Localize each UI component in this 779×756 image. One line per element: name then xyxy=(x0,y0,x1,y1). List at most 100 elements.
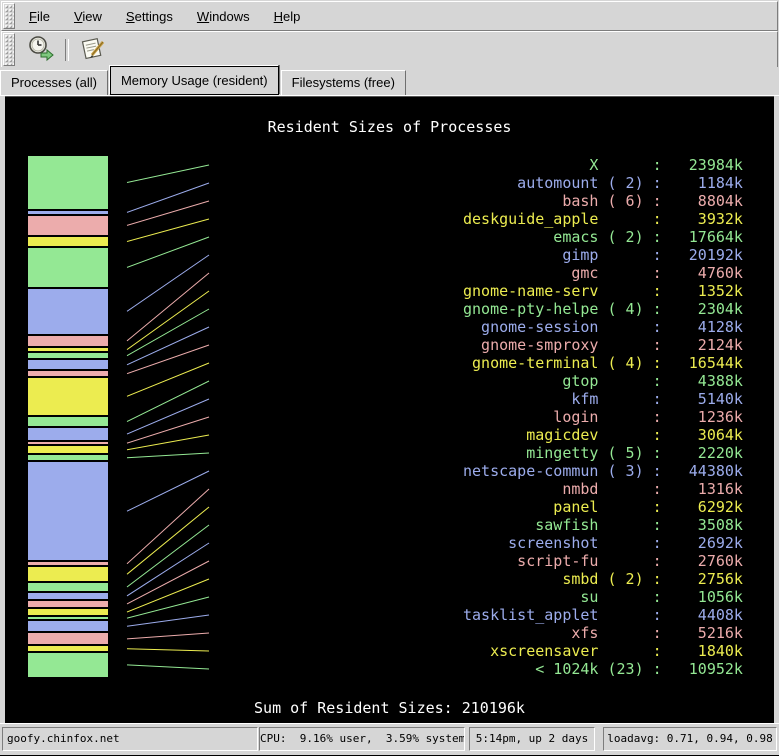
tab-processes[interactable]: Processes (all) xyxy=(0,70,108,95)
status-hostname: goofy.chinfox.net xyxy=(2,727,258,751)
process-row: < 1024k (23) : 10952k xyxy=(463,660,743,678)
bar-segment-script-fu xyxy=(28,601,108,607)
connector-line xyxy=(127,489,209,564)
menu-help[interactable]: Help xyxy=(262,4,313,29)
bar-segment-X xyxy=(28,156,108,209)
statusbar: goofy.chinfox.net CPU: 9.16% user, 3.59%… xyxy=(0,723,779,754)
process-row: script-fu : 2760k xyxy=(463,552,743,570)
bar-segment-screenshot xyxy=(28,593,108,599)
connector-line xyxy=(127,633,209,639)
memo-button[interactable] xyxy=(77,35,109,65)
connector-line xyxy=(127,381,209,422)
bar-segment--1024k xyxy=(28,653,108,677)
toolbar-grip-handle[interactable] xyxy=(3,33,15,66)
process-row: bash ( 6) : 8804k xyxy=(463,192,743,210)
process-row: tasklist_applet : 4408k xyxy=(463,606,743,624)
bar-segment-gnome-session xyxy=(28,360,108,369)
process-row: netscape-commun ( 3) : 44380k xyxy=(463,462,743,480)
process-row: gimp : 20192k xyxy=(463,246,743,264)
bar-segment-kfm xyxy=(28,428,108,439)
process-row: nmbd : 1316k xyxy=(463,480,743,498)
connector-line xyxy=(127,165,209,183)
menu-view[interactable]: View xyxy=(62,4,114,29)
process-row: screenshot : 2692k xyxy=(463,534,743,552)
process-row: sawfish : 3508k xyxy=(463,516,743,534)
connector-line xyxy=(127,561,209,604)
connector-line xyxy=(127,615,209,626)
connector-line xyxy=(127,649,209,651)
process-row: gnome-pty-helpe ( 4) : 2304k xyxy=(463,300,743,318)
process-list: X : 23984k automount ( 2) : 1184k bash (… xyxy=(463,156,743,678)
process-row: gmc : 4760k xyxy=(463,264,743,282)
bar-segment-su xyxy=(28,617,108,619)
process-row: login : 1236k xyxy=(463,408,743,426)
process-row: gnome-smproxy : 2124k xyxy=(463,336,743,354)
bar-segment-smbd xyxy=(28,609,108,615)
bar-segment-gnome-terminal xyxy=(28,378,108,415)
bar-segment-tasklist-applet xyxy=(28,621,108,631)
connector-line xyxy=(127,363,209,396)
bar-segment-sawfish xyxy=(28,583,108,591)
memo-pencil-icon xyxy=(79,34,107,65)
connector-line xyxy=(127,435,209,450)
chart-panel: Resident Sizes of Processes X : 23984k a… xyxy=(5,96,774,723)
menu-windows[interactable]: Windows xyxy=(185,4,262,29)
process-row: X : 23984k xyxy=(463,156,743,174)
connector-line xyxy=(127,219,209,242)
bar-segment-nmbd xyxy=(28,562,108,565)
gtop-window: FileViewSettingsWindowsHelp xyxy=(0,0,779,755)
process-row: kfm : 5140k xyxy=(463,390,743,408)
toolbar-separator xyxy=(65,39,69,61)
process-row: gnome-session : 4128k xyxy=(463,318,743,336)
connector-line xyxy=(127,417,209,443)
menu-settings[interactable]: Settings xyxy=(114,4,185,29)
bar-segment-login xyxy=(28,442,108,445)
process-row: smbd ( 2) : 2756k xyxy=(463,570,743,588)
bar-segment-gtop xyxy=(28,417,108,427)
process-row: emacs ( 2) : 17664k xyxy=(463,228,743,246)
process-row: automount ( 2) : 1184k xyxy=(463,174,743,192)
process-row: xscreensaver : 1840k xyxy=(463,642,743,660)
bar-segment-emacs xyxy=(28,248,108,287)
process-row: deskguide_apple : 3932k xyxy=(463,210,743,228)
tab-memory[interactable]: Memory Usage (resident) xyxy=(110,66,279,95)
bar-segment-bash xyxy=(28,216,108,235)
bar-segment-mingetty xyxy=(28,455,108,460)
connector-line xyxy=(127,525,209,587)
tab-filesystems[interactable]: Filesystems (free) xyxy=(281,70,406,95)
connector-line xyxy=(127,183,209,212)
connector-line xyxy=(127,471,209,511)
connector-line xyxy=(127,453,209,458)
connector-line xyxy=(127,291,209,350)
clock-run-icon xyxy=(27,34,55,65)
process-row: panel : 6292k xyxy=(463,498,743,516)
process-row: mingetty ( 5) : 2220k xyxy=(463,444,743,462)
process-row: magicdev : 3064k xyxy=(463,426,743,444)
connector-line xyxy=(127,507,209,574)
bar-segment-magicdev xyxy=(28,446,108,453)
bar-segment-deskguide-apple xyxy=(28,237,108,246)
tab-bar: Processes (all)Memory Usage (resident)Fi… xyxy=(0,67,779,96)
toolbar xyxy=(1,31,778,68)
bar-segment-gnome-smproxy xyxy=(28,371,108,376)
process-row: gtop : 4388k xyxy=(463,372,743,390)
status-cpu: CPU: 9.16% user, 3.59% system xyxy=(259,727,465,751)
bar-segment-xfs xyxy=(28,633,108,645)
bar-segment-gmc xyxy=(28,336,108,347)
sum-label: Sum of Resident Sizes: 210196k xyxy=(5,699,774,717)
menu-items: FileViewSettingsWindowsHelp xyxy=(17,4,312,29)
process-row: gnome-name-serv : 1352k xyxy=(463,282,743,300)
connector-line xyxy=(127,399,209,434)
menubar: FileViewSettingsWindowsHelp xyxy=(1,1,778,31)
bar-segment-netscape-commun xyxy=(28,462,108,560)
connector-line xyxy=(127,665,209,669)
menubar-grip-handle[interactable] xyxy=(3,3,15,29)
menu-file[interactable]: File xyxy=(17,4,62,29)
bar-segment-automount xyxy=(28,211,108,214)
clock-run-button[interactable] xyxy=(25,35,57,65)
connector-line xyxy=(127,543,209,596)
process-row: xfs : 5216k xyxy=(463,624,743,642)
bar-segment-gnome-name-serv xyxy=(28,348,108,351)
bar-segment-gimp xyxy=(28,289,108,334)
status-time-uptime: 5:14pm, up 2 days xyxy=(469,727,595,751)
